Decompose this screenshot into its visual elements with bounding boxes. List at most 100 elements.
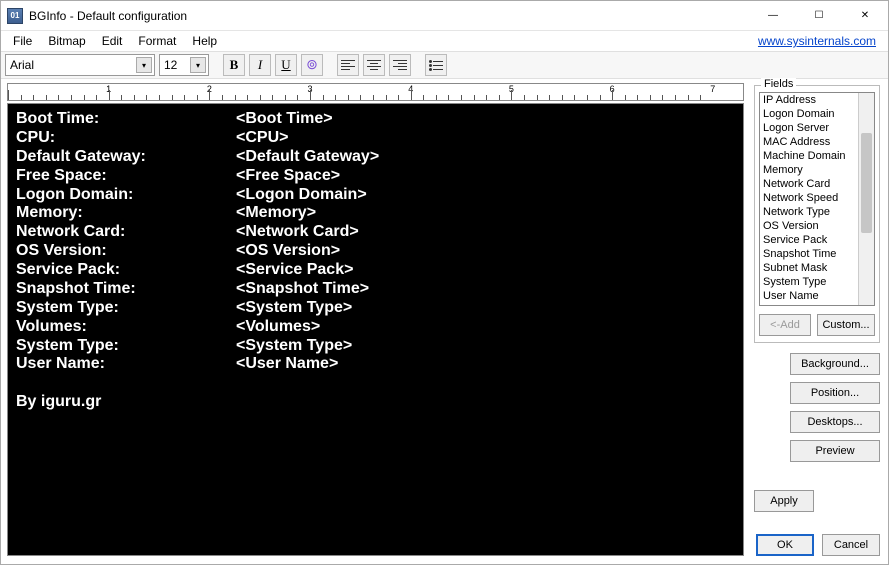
- fields-list-item[interactable]: IP Address: [760, 93, 874, 107]
- field-placeholder: <Default Gateway>: [236, 148, 379, 167]
- sysinternals-link[interactable]: www.sysinternals.com: [758, 34, 884, 48]
- menu-edit[interactable]: Edit: [94, 32, 131, 50]
- chevron-down-icon: ▾: [190, 57, 206, 73]
- menu-bitmap[interactable]: Bitmap: [40, 32, 93, 50]
- position-button[interactable]: Position...: [790, 382, 880, 404]
- fields-list-item[interactable]: Logon Server: [760, 121, 874, 135]
- menu-help[interactable]: Help: [184, 32, 225, 50]
- editor-row: Volumes:<Volumes>: [16, 318, 735, 337]
- align-left-button[interactable]: [337, 54, 359, 76]
- maximize-button[interactable]: ☐: [796, 1, 842, 31]
- field-label: Snapshot Time:: [16, 280, 236, 299]
- preview-button[interactable]: Preview: [790, 440, 880, 462]
- bold-button[interactable]: B: [223, 54, 245, 76]
- fields-list-item[interactable]: Network Card: [760, 177, 874, 191]
- window-title: BGInfo - Default configuration: [29, 9, 187, 23]
- menu-format[interactable]: Format: [130, 32, 184, 50]
- field-label: CPU:: [16, 129, 236, 148]
- scrollbar[interactable]: [858, 93, 874, 305]
- fields-legend: Fields: [761, 78, 796, 90]
- desktops-button[interactable]: Desktops...: [790, 411, 880, 433]
- editor-footer: By iguru.gr: [16, 393, 735, 412]
- bullets-button[interactable]: [425, 54, 447, 76]
- close-button[interactable]: ✕: [842, 1, 888, 31]
- italic-button[interactable]: I: [249, 54, 271, 76]
- font-size-select[interactable]: 12 ▾: [159, 54, 209, 76]
- field-placeholder: <OS Version>: [236, 242, 340, 261]
- field-placeholder: <System Type>: [236, 299, 352, 318]
- apply-button[interactable]: Apply: [754, 490, 814, 512]
- field-placeholder: <System Type>: [236, 337, 352, 356]
- editor-row: Logon Domain:<Logon Domain>: [16, 186, 735, 205]
- cancel-button[interactable]: Cancel: [822, 534, 880, 556]
- editor-row: System Type:<System Type>: [16, 299, 735, 318]
- fields-list-item[interactable]: MAC Address: [760, 135, 874, 149]
- font-color-button[interactable]: ⊚: [301, 54, 323, 76]
- align-right-button[interactable]: [389, 54, 411, 76]
- add-field-button[interactable]: <-Add: [759, 314, 811, 336]
- ok-button[interactable]: OK: [756, 534, 814, 556]
- editor-row: Free Space:<Free Space>: [16, 167, 735, 186]
- custom-field-button[interactable]: Custom...: [817, 314, 875, 336]
- editor-row: Network Card:<Network Card>: [16, 223, 735, 242]
- field-label: Boot Time:: [16, 110, 236, 129]
- ruler: 1234567: [7, 83, 744, 101]
- editor-row: User Name:<User Name>: [16, 355, 735, 374]
- editor-row: Boot Time:<Boot Time>: [16, 110, 735, 129]
- fields-list-item[interactable]: Snapshot Time: [760, 247, 874, 261]
- ruler-number: 7: [710, 84, 715, 94]
- field-placeholder: <Service Pack>: [236, 261, 353, 280]
- underline-button[interactable]: U: [275, 54, 297, 76]
- editor-area[interactable]: Boot Time:<Boot Time>CPU:<CPU>Default Ga…: [7, 103, 744, 556]
- field-label: Default Gateway:: [16, 148, 236, 167]
- field-label: Volumes:: [16, 318, 236, 337]
- field-label: Logon Domain:: [16, 186, 236, 205]
- field-placeholder: <Snapshot Time>: [236, 280, 369, 299]
- fields-list-item[interactable]: Logon Domain: [760, 107, 874, 121]
- format-toolbar: Arial ▾ 12 ▾ B I U ⊚: [1, 51, 888, 79]
- align-right-icon: [393, 59, 407, 71]
- fields-list-item[interactable]: User Name: [760, 289, 874, 303]
- menu-file[interactable]: File: [5, 32, 40, 50]
- editor-row: OS Version:<OS Version>: [16, 242, 735, 261]
- font-size-value: 12: [164, 58, 177, 72]
- fields-groupbox: Fields IP AddressLogon DomainLogon Serve…: [754, 85, 880, 343]
- editor-row: Memory:<Memory>: [16, 204, 735, 223]
- field-label: System Type:: [16, 299, 236, 318]
- field-label: OS Version:: [16, 242, 236, 261]
- bullets-icon: [429, 59, 443, 71]
- align-center-button[interactable]: [363, 54, 385, 76]
- field-label: Memory:: [16, 204, 236, 223]
- editor-row: CPU:<CPU>: [16, 129, 735, 148]
- fields-list-item[interactable]: Network Type: [760, 205, 874, 219]
- titlebar: 01 BGInfo - Default configuration — ☐ ✕: [1, 1, 888, 31]
- fields-list-item[interactable]: Memory: [760, 163, 874, 177]
- fields-list-item[interactable]: Network Speed: [760, 191, 874, 205]
- fields-list-item[interactable]: Machine Domain: [760, 149, 874, 163]
- editor-row: Default Gateway:<Default Gateway>: [16, 148, 735, 167]
- field-placeholder: <CPU>: [236, 129, 288, 148]
- field-placeholder: <Memory>: [236, 204, 316, 223]
- background-button[interactable]: Background...: [790, 353, 880, 375]
- editor-row: Service Pack:<Service Pack>: [16, 261, 735, 280]
- chevron-down-icon: ▾: [136, 57, 152, 73]
- align-left-icon: [341, 59, 355, 71]
- fields-list-item[interactable]: Subnet Mask: [760, 261, 874, 275]
- font-family-select[interactable]: Arial ▾: [5, 54, 155, 76]
- fields-list-item[interactable]: System Type: [760, 275, 874, 289]
- field-placeholder: <User Name>: [236, 355, 338, 374]
- field-placeholder: <Logon Domain>: [236, 186, 367, 205]
- field-placeholder: <Volumes>: [236, 318, 320, 337]
- fields-listbox[interactable]: IP AddressLogon DomainLogon ServerMAC Ad…: [759, 92, 875, 306]
- field-label: Service Pack:: [16, 261, 236, 280]
- field-placeholder: <Network Card>: [236, 223, 359, 242]
- field-label: System Type:: [16, 337, 236, 356]
- minimize-button[interactable]: —: [750, 1, 796, 31]
- fields-list-item[interactable]: Volumes: [760, 303, 874, 306]
- editor-row: Snapshot Time:<Snapshot Time>: [16, 280, 735, 299]
- field-label: Network Card:: [16, 223, 236, 242]
- menubar: FileBitmapEditFormatHelp www.sysinternal…: [1, 31, 888, 51]
- field-label: User Name:: [16, 355, 236, 374]
- fields-list-item[interactable]: OS Version: [760, 219, 874, 233]
- fields-list-item[interactable]: Service Pack: [760, 233, 874, 247]
